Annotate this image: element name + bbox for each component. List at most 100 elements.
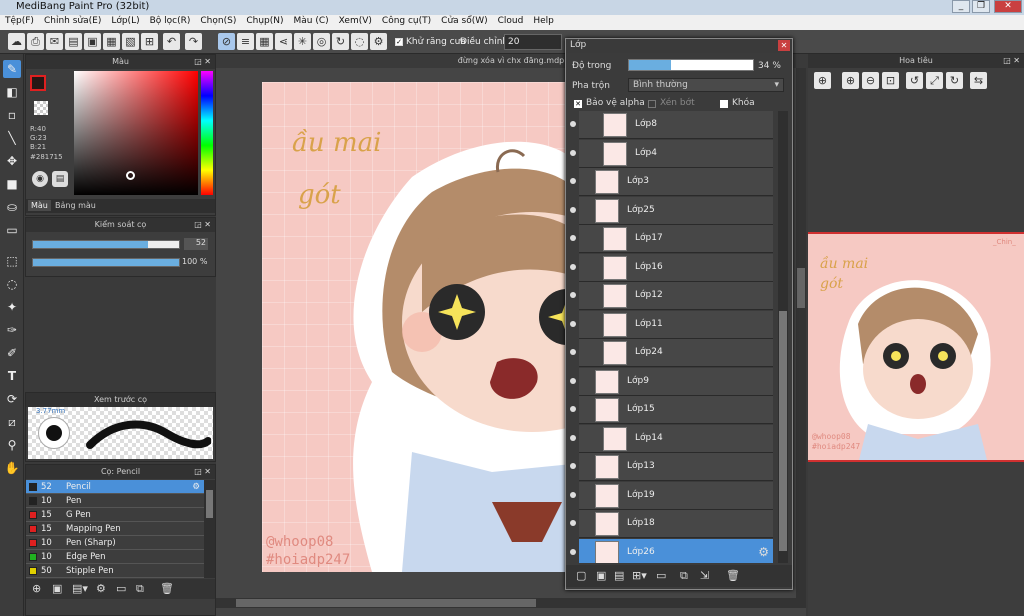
file-icon[interactable]: ▤ bbox=[65, 33, 82, 50]
blend-mode-select[interactable]: Bình thường ▾ bbox=[628, 78, 784, 92]
operation-tool-icon[interactable]: ⟳ bbox=[3, 390, 21, 408]
layer-row[interactable]: Lớp9 bbox=[570, 367, 773, 396]
visibility-icon[interactable] bbox=[570, 178, 576, 184]
shape-tool-icon[interactable]: ╲ bbox=[3, 129, 21, 147]
select-tool-icon[interactable]: ⬚ bbox=[3, 252, 21, 270]
visibility-icon[interactable] bbox=[570, 235, 576, 241]
dot-tool-icon[interactable]: ▫ bbox=[3, 106, 21, 124]
lock-checkbox[interactable] bbox=[720, 100, 728, 108]
snap-curve-icon[interactable]: ↻ bbox=[332, 33, 349, 50]
layer-row[interactable]: Lớp24 bbox=[570, 339, 773, 367]
brush-settings-icon[interactable]: ⚙ bbox=[96, 582, 106, 595]
minimize-button[interactable]: _ bbox=[952, 0, 970, 13]
canvas-hscrollbar[interactable] bbox=[216, 598, 806, 608]
layer-row[interactable]: Lớp11 bbox=[570, 310, 773, 339]
fill-rect-icon[interactable]: ■ bbox=[3, 175, 21, 193]
menu-item[interactable]: Chỉnh sửa(E) bbox=[39, 15, 106, 27]
snap-parallel-icon[interactable]: ≡ bbox=[237, 33, 254, 50]
adjust-input[interactable]: 20 bbox=[504, 34, 562, 50]
brush-list-scrollbar[interactable] bbox=[204, 480, 215, 578]
layer-row[interactable]: Lớp18 bbox=[570, 510, 773, 538]
layer-list-scrollbar[interactable] bbox=[778, 111, 788, 563]
menu-item[interactable]: Chụp(N) bbox=[241, 15, 288, 27]
layer-window-close-icon[interactable]: ✕ bbox=[778, 40, 790, 51]
hand-tool-icon[interactable]: ✋ bbox=[3, 459, 21, 477]
panel-close-icon[interactable]: ◲ ✕ bbox=[1003, 54, 1020, 68]
rotate-left-icon[interactable]: ↺ bbox=[906, 72, 923, 89]
brush-list-item[interactable]: 10 Pen bbox=[26, 494, 204, 508]
layer-menu-icon[interactable]: ⊞▾ bbox=[632, 569, 647, 582]
add-brush-icon[interactable]: ⊕ bbox=[32, 582, 41, 595]
folder-icon[interactable]: ▭ bbox=[116, 582, 126, 595]
duplicate-layer-icon[interactable]: ⧉ bbox=[680, 569, 688, 583]
menu-item[interactable]: Màu (C) bbox=[289, 15, 334, 27]
flip-icon[interactable]: ⇆ bbox=[970, 72, 987, 89]
layer-row[interactable]: Lớp3 bbox=[570, 168, 773, 196]
menu-item[interactable]: Tệp(F) bbox=[0, 15, 39, 27]
clip-checkbox[interactable] bbox=[648, 100, 656, 108]
layer-row[interactable]: Lớp8 bbox=[570, 111, 773, 139]
rotate-right-icon[interactable]: ↻ bbox=[946, 72, 963, 89]
delete-brush-icon[interactable]: 🗑 bbox=[160, 582, 174, 595]
visibility-icon[interactable] bbox=[570, 320, 576, 327]
menu-item[interactable]: Help bbox=[528, 15, 559, 27]
eraser-tool-icon[interactable]: ◧ bbox=[3, 83, 21, 101]
visibility-icon[interactable] bbox=[570, 377, 576, 384]
color-picker-cursor[interactable] bbox=[126, 171, 135, 180]
layer-row[interactable]: Lớp17 bbox=[570, 225, 773, 253]
move-tool-icon[interactable]: ✥ bbox=[3, 152, 21, 170]
brush-opacity-slider[interactable] bbox=[32, 258, 180, 267]
text-tool-icon[interactable]: T bbox=[3, 367, 21, 385]
panel-close-icon[interactable]: ◲ ✕ bbox=[194, 218, 211, 232]
snap-circle-icon[interactable]: ◎ bbox=[313, 33, 330, 50]
visibility-icon[interactable] bbox=[570, 121, 576, 127]
image-icon[interactable]: ▧ bbox=[122, 33, 139, 50]
visibility-icon[interactable] bbox=[570, 463, 576, 469]
secondary-color-swatch[interactable] bbox=[34, 101, 48, 115]
zoom-out-icon[interactable]: ⊖ bbox=[862, 72, 879, 89]
snap-ellipse-icon[interactable]: ◌ bbox=[351, 33, 368, 50]
brush-menu-icon[interactable]: ▤▾ bbox=[72, 582, 88, 595]
new-icon[interactable]: ⎙ bbox=[27, 33, 44, 50]
brush-list-item[interactable]: 52 Pencil ⚙ bbox=[26, 480, 204, 494]
canvas-vscrollbar[interactable] bbox=[796, 68, 806, 598]
select-eraser-icon[interactable]: ✐ bbox=[3, 344, 21, 362]
menu-item[interactable]: Cloud bbox=[493, 15, 529, 27]
close-button[interactable]: ✕ bbox=[994, 0, 1022, 13]
new-8bit-layer-icon[interactable]: ▤ bbox=[614, 569, 624, 582]
brush-tool-icon[interactable]: ✎ bbox=[3, 60, 21, 78]
gear-icon[interactable]: ⚙ bbox=[758, 545, 769, 559]
gradient-tool-icon[interactable]: ▭ bbox=[3, 221, 21, 239]
divide-tool-icon[interactable]: ⧄ bbox=[3, 413, 21, 431]
artwork-canvas[interactable]: ầu mai gót @whoop08 #hoiadp247 bbox=[262, 82, 592, 572]
maximize-button[interactable]: ❐ bbox=[972, 0, 990, 13]
new-layer-icon[interactable]: ▢ bbox=[576, 569, 586, 582]
layer-folder-icon[interactable]: ▭ bbox=[656, 569, 666, 582]
eyedropper-icon[interactable]: ⚲ bbox=[3, 436, 21, 454]
save-icon[interactable]: ▣ bbox=[84, 33, 101, 50]
tab-palette[interactable]: Bảng màu bbox=[52, 200, 99, 211]
settings-icon[interactable]: ⚙ bbox=[370, 33, 387, 50]
primary-color-swatch[interactable] bbox=[30, 75, 46, 91]
chat-icon[interactable]: ✉ bbox=[46, 33, 63, 50]
cloud-icon[interactable]: ☁ bbox=[8, 33, 25, 50]
visibility-icon[interactable] bbox=[570, 292, 576, 298]
lasso-tool-icon[interactable]: ◌ bbox=[3, 275, 21, 293]
crop-icon[interactable]: ⊞ bbox=[141, 33, 158, 50]
zoom-in-2-icon[interactable]: ⊕ bbox=[842, 72, 859, 89]
layer-row[interactable]: Lớp13 bbox=[570, 453, 773, 481]
visibility-icon[interactable] bbox=[570, 349, 576, 355]
layer-row[interactable]: Lớp12 bbox=[570, 282, 773, 310]
select-pen-icon[interactable]: ✑ bbox=[3, 321, 21, 339]
visibility-icon[interactable] bbox=[570, 520, 576, 526]
navigator-preview[interactable]: ầu mai gót @whoop08 #hoiadp247 _Chin_ bbox=[808, 232, 1024, 462]
layer-row[interactable]: Lớp19 bbox=[570, 481, 773, 510]
layer-row[interactable]: Lớp14 bbox=[570, 424, 773, 453]
brush-list-item[interactable]: 50 Stipple Pen bbox=[26, 564, 204, 578]
zoom-in-icon[interactable]: ⊕ bbox=[814, 72, 831, 89]
visibility-icon[interactable] bbox=[570, 434, 576, 441]
brush-list-item[interactable]: 15 G Pen bbox=[26, 508, 204, 522]
layer-row[interactable]: Lớp4 bbox=[570, 139, 773, 168]
layer-row[interactable]: Lớp16 bbox=[570, 253, 773, 282]
visibility-icon[interactable] bbox=[570, 149, 576, 156]
